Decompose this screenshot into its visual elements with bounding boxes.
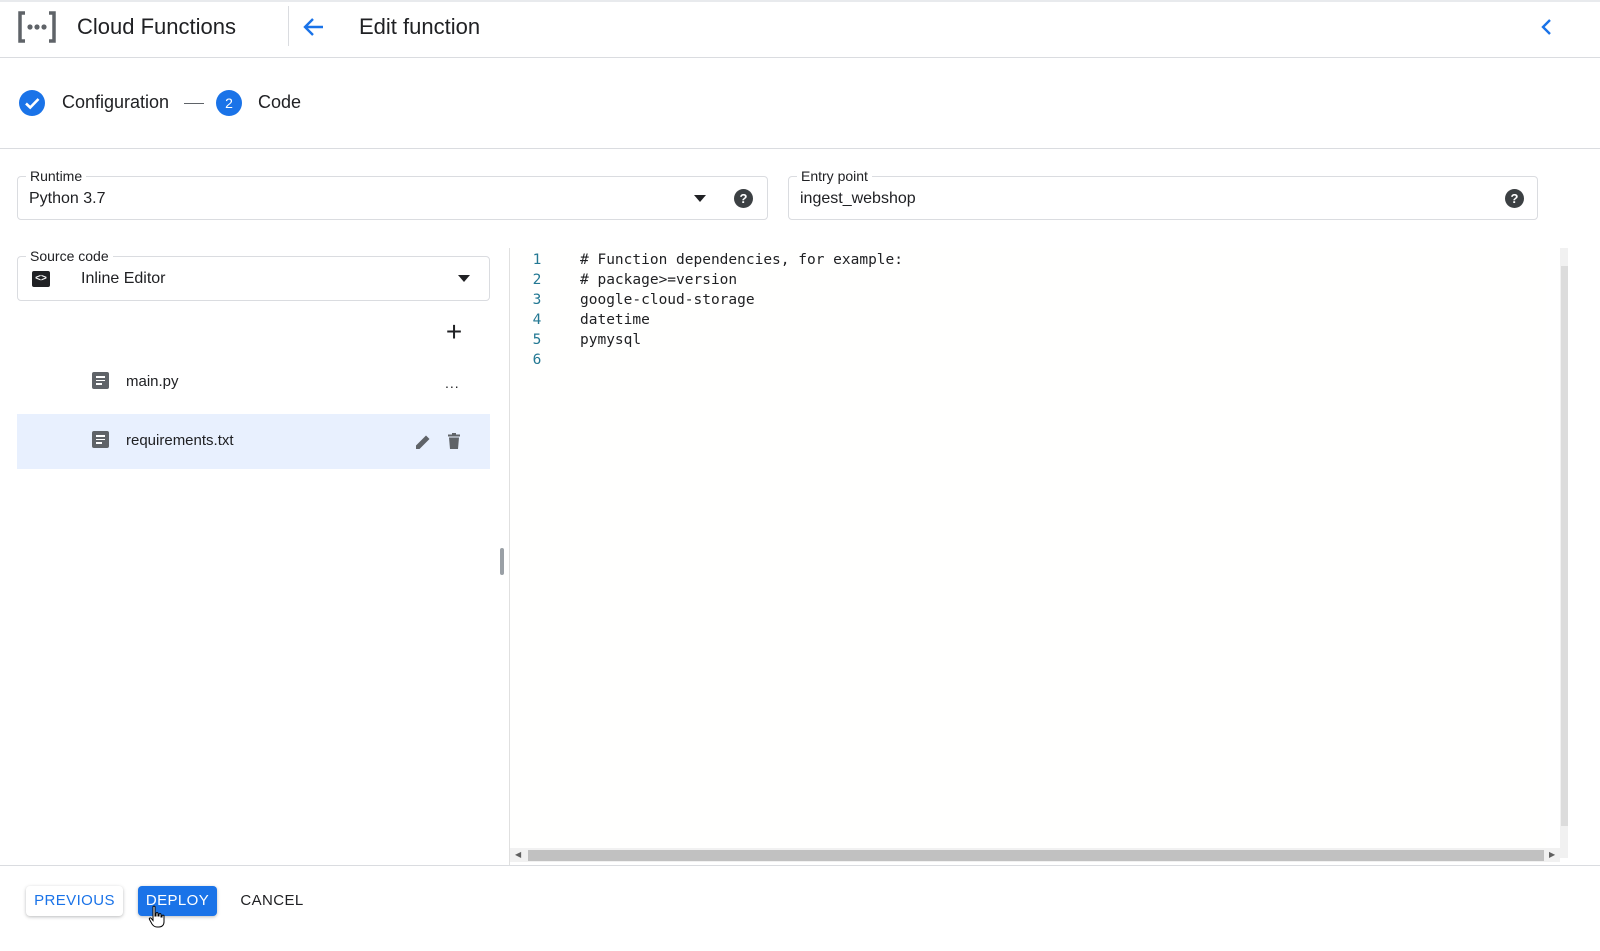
line-number: 3 bbox=[532, 292, 542, 308]
dropdown-arrow-icon bbox=[458, 275, 470, 282]
step-configuration[interactable]: Configuration bbox=[62, 92, 169, 113]
help-icon[interactable]: ? bbox=[734, 189, 753, 208]
runtime-value: Python 3.7 bbox=[29, 190, 106, 207]
entry-point-value: ingest_webshop bbox=[800, 190, 916, 207]
line-number: 5 bbox=[532, 332, 542, 348]
delete-trash-icon[interactable] bbox=[445, 432, 463, 450]
source-code-label: Source code bbox=[26, 248, 113, 264]
action-bar: PREVIOUS DEPLOY CANCEL bbox=[0, 865, 1600, 951]
code-line: 1 # Function dependencies, for example: bbox=[510, 250, 1546, 270]
stepper: Configuration 2 Code bbox=[0, 58, 1600, 149]
code-editor[interactable]: 1 # Function dependencies, for example: 2… bbox=[510, 248, 1546, 848]
step-code[interactable]: Code bbox=[258, 92, 301, 113]
source-code-select[interactable]: Source code <> Inline Editor bbox=[17, 248, 490, 301]
dropdown-arrow-icon bbox=[694, 195, 706, 202]
step-completed-check-icon bbox=[19, 90, 45, 116]
cancel-button[interactable]: CANCEL bbox=[231, 886, 313, 916]
file-icon bbox=[92, 431, 109, 448]
help-icon[interactable]: ? bbox=[1505, 189, 1524, 208]
product-name: Cloud Functions bbox=[77, 14, 236, 39]
line-text: google-cloud-storage bbox=[580, 292, 755, 308]
app-header: Cloud Functions Edit function bbox=[0, 0, 1600, 58]
code-line: 3 google-cloud-storage bbox=[510, 290, 1546, 310]
vertical-scrollbar-thumb[interactable] bbox=[1561, 266, 1568, 826]
arrow-back-icon[interactable] bbox=[301, 14, 327, 40]
entry-point-field[interactable]: Entry point ingest_webshop ? bbox=[788, 168, 1538, 220]
pane-resize-handle[interactable] bbox=[500, 548, 504, 575]
file-row[interactable]: main.py ... bbox=[17, 355, 490, 410]
line-text: # package>=version bbox=[580, 272, 738, 288]
source-code-value: Inline Editor bbox=[81, 270, 166, 287]
step-connector bbox=[184, 103, 204, 104]
scroll-right-arrow-icon[interactable]: ▶ bbox=[1549, 850, 1555, 859]
line-text: datetime bbox=[580, 312, 650, 328]
runtime-label: Runtime bbox=[26, 168, 87, 184]
line-number: 2 bbox=[532, 272, 542, 288]
horizontal-scrollbar-thumb[interactable] bbox=[528, 850, 1544, 861]
chevron-left-icon[interactable] bbox=[1536, 16, 1558, 38]
file-icon bbox=[92, 372, 109, 389]
hand-cursor-icon bbox=[148, 905, 165, 928]
add-file-plus-icon[interactable]: + bbox=[442, 318, 466, 346]
cloud-functions-logo-icon bbox=[18, 11, 56, 43]
code-line: 2 # package>=version bbox=[510, 270, 1546, 290]
file-row-selected[interactable]: requirements.txt bbox=[17, 414, 490, 469]
previous-button[interactable]: PREVIOUS bbox=[26, 886, 123, 916]
code-line: 6 bbox=[510, 350, 1546, 370]
code-line: 4 datetime bbox=[510, 310, 1546, 330]
file-name: requirements.txt bbox=[126, 432, 234, 449]
scroll-left-arrow-icon[interactable]: ◀ bbox=[515, 850, 521, 859]
step-number-badge: 2 bbox=[216, 90, 242, 116]
line-text: pymysql bbox=[580, 332, 642, 348]
line-text: # Function dependencies, for example: bbox=[580, 252, 904, 268]
line-number: 1 bbox=[532, 252, 542, 268]
line-number: 6 bbox=[532, 352, 542, 368]
page-title: Edit function bbox=[359, 14, 481, 39]
header-divider bbox=[288, 6, 289, 46]
file-name: main.py bbox=[126, 373, 179, 390]
entry-point-label: Entry point bbox=[797, 168, 872, 184]
code-line: 5 pymysql bbox=[510, 330, 1546, 350]
more-options-icon[interactable]: ... bbox=[445, 375, 460, 391]
edit-pencil-icon[interactable] bbox=[414, 433, 432, 451]
line-number: 4 bbox=[532, 312, 542, 328]
code-icon: <> bbox=[32, 271, 50, 287]
runtime-select[interactable]: Runtime Python 3.7 ? bbox=[17, 168, 768, 220]
